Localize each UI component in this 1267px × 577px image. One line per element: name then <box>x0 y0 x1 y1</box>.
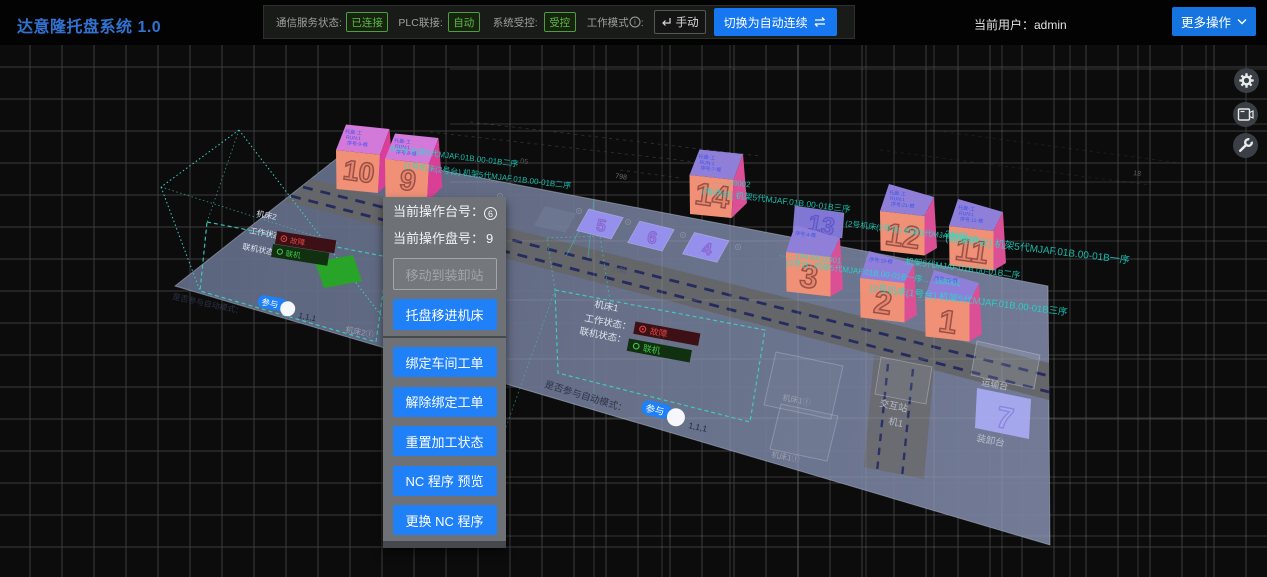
svg-text:i: i <box>634 17 636 26</box>
svg-text:05: 05 <box>520 158 529 166</box>
svg-text:10: 10 <box>341 154 376 189</box>
svg-text:18: 18 <box>1133 170 1142 178</box>
